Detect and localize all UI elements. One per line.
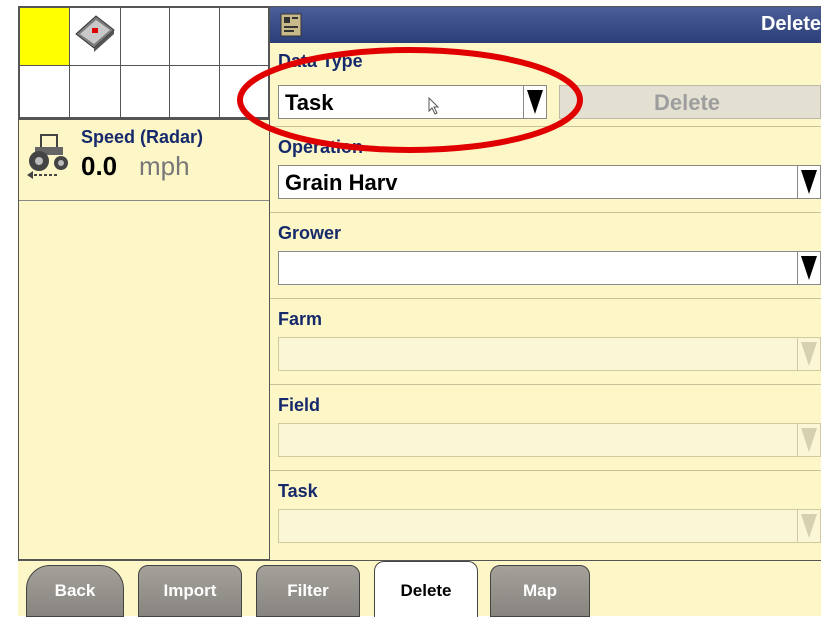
grid-cell-active[interactable] <box>19 7 70 66</box>
farm-dropdown[interactable] <box>278 337 821 371</box>
delete-button[interactable]: Delete <box>559 85 821 119</box>
left-panel: Speed (Radar) 0.0 mph <box>18 6 270 560</box>
page-title: Delete <box>760 13 821 35</box>
operation-label: Operation <box>278 137 364 157</box>
farm-label: Farm <box>278 309 323 329</box>
dropdown-arrow-icon[interactable] <box>797 166 820 198</box>
dropdown-arrow-icon[interactable] <box>797 510 820 542</box>
data-type-dropdown[interactable]: Task <box>278 85 547 119</box>
dropdown-arrow-icon[interactable] <box>797 424 820 456</box>
divider <box>270 126 821 127</box>
screen: Speed (Radar) 0.0 mph Delete Data Type T… <box>0 0 821 617</box>
grid-cell[interactable] <box>169 7 220 66</box>
task-label: Task <box>278 481 318 501</box>
data-management-icon <box>280 13 302 37</box>
speed-label: Speed (Radar) <box>81 127 204 147</box>
tractor-speed-icon <box>27 134 68 179</box>
operation-value: Grain Harv <box>285 170 398 195</box>
grid-cell[interactable] <box>119 7 170 66</box>
speed-widget[interactable]: Speed (Radar) 0.0 mph <box>19 117 269 201</box>
tab-delete[interactable]: Delete <box>374 561 478 617</box>
tab-bar: Back Import Filter Delete Map <box>18 560 821 617</box>
data-type-value: Task <box>285 90 334 115</box>
grid-cell-display[interactable] <box>68 7 121 66</box>
dropdown-arrow-icon[interactable] <box>797 252 820 284</box>
tab-filter[interactable]: Filter <box>256 565 360 617</box>
data-type-label: Data Type <box>278 51 363 71</box>
delete-button-label: Delete <box>654 90 721 115</box>
display-device-icon <box>74 15 115 52</box>
operation-dropdown[interactable]: Grain Harv <box>278 165 821 199</box>
grid-cell[interactable] <box>19 65 70 120</box>
speed-unit: mph <box>139 151 190 181</box>
divider <box>270 298 821 299</box>
field-label: Field <box>278 395 321 415</box>
task-dropdown[interactable] <box>278 509 821 543</box>
grid-cell[interactable] <box>119 65 170 120</box>
speed-value: 0.0 <box>81 151 118 181</box>
tab-import[interactable]: Import <box>138 565 242 617</box>
divider <box>270 384 821 385</box>
grid-cell[interactable] <box>169 65 220 120</box>
field-dropdown[interactable] <box>278 423 821 457</box>
divider <box>270 212 821 213</box>
grid-cell[interactable] <box>218 7 269 66</box>
grower-label: Grower <box>278 223 342 243</box>
mouse-pointer-icon <box>428 97 440 115</box>
tab-map[interactable]: Map <box>490 565 590 617</box>
grid-cell[interactable] <box>218 65 269 120</box>
title-bar: Delete <box>270 7 821 43</box>
delete-panel: Delete Data Type Task Delete Operation G… <box>270 6 821 560</box>
grid-cell[interactable] <box>68 65 121 120</box>
grower-dropdown[interactable] <box>278 251 821 285</box>
dropdown-arrow-icon[interactable] <box>797 338 820 370</box>
divider <box>270 470 821 471</box>
tab-back[interactable]: Back <box>26 565 124 617</box>
dropdown-arrow-icon[interactable] <box>523 86 546 118</box>
run-page-layout-grid <box>19 7 269 120</box>
